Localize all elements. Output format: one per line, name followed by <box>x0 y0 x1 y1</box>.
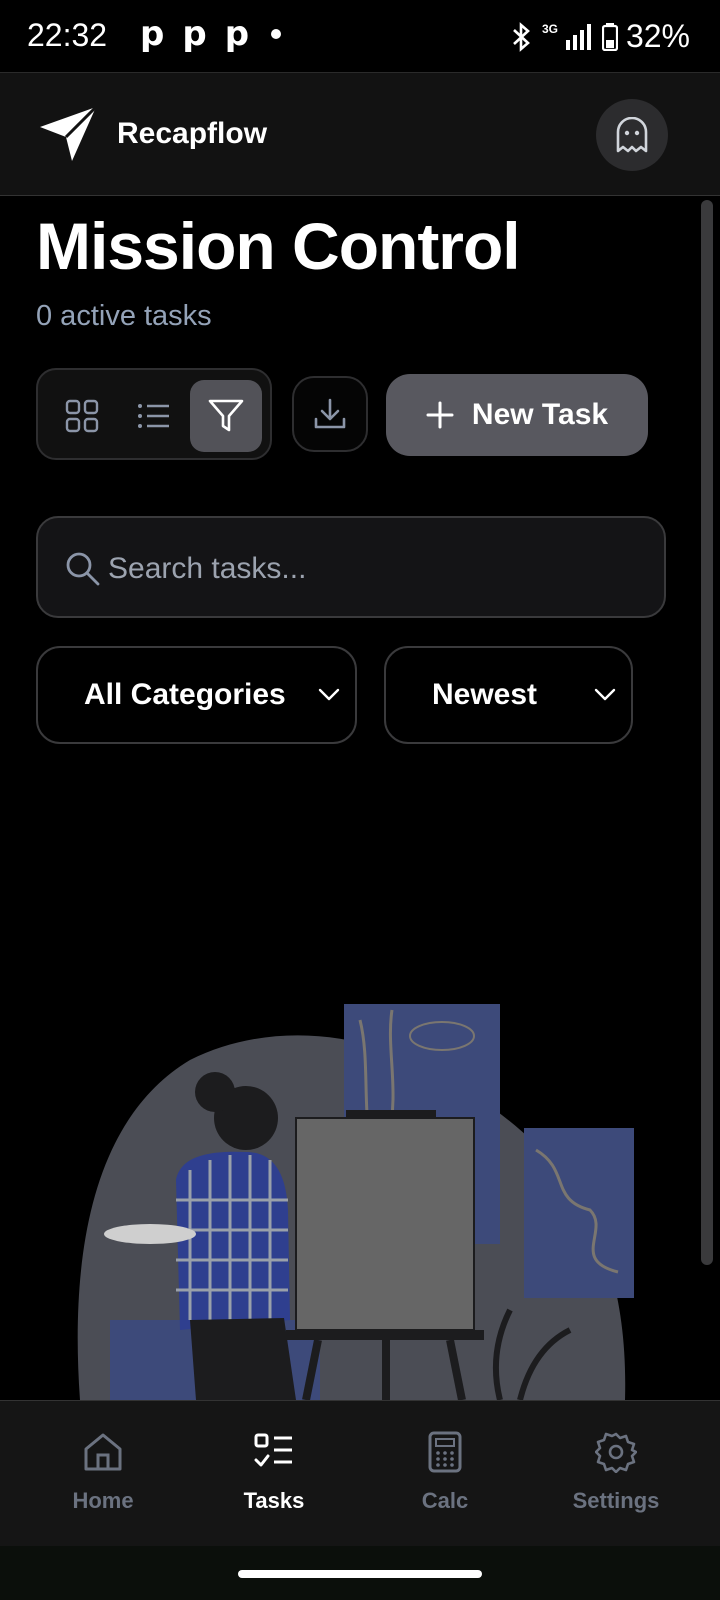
new-task-button[interactable]: New Task <box>386 374 648 456</box>
sort-select-value: Newest <box>432 678 538 711</box>
search-icon <box>66 552 100 586</box>
nav-label-settings: Settings <box>572 1488 660 1513</box>
grid-icon <box>65 399 99 433</box>
empty-state-illustration <box>70 1000 650 1405</box>
tasks-icon <box>254 1433 292 1467</box>
chevron-down-icon <box>318 688 340 701</box>
notification-icon: p <box>224 14 250 54</box>
download-icon <box>314 398 346 429</box>
category-select[interactable]: All Categories <box>36 646 357 744</box>
nav-label-calc: Calc <box>421 1488 469 1513</box>
bluetooth-icon <box>513 21 530 52</box>
status-right: 3G 32% <box>510 18 690 55</box>
nav-item-home[interactable]: Home <box>18 1431 188 1514</box>
nav-item-tasks[interactable]: Tasks <box>189 1431 359 1514</box>
active-task-count: 0 active tasks <box>36 300 212 332</box>
battery-percent: 32% <box>625 18 690 54</box>
more-notifications-dot <box>271 29 282 39</box>
nav-item-settings[interactable]: Settings <box>531 1431 701 1514</box>
search-input[interactable] <box>106 542 650 596</box>
nav-label-home: Home <box>72 1488 134 1513</box>
page-title: Mission Control <box>36 209 521 283</box>
scrollbar[interactable] <box>701 200 713 1265</box>
notification-icon: p <box>182 14 207 54</box>
home-icon <box>84 1433 122 1471</box>
gesture-area <box>0 1546 720 1600</box>
app-header: Recapflow <box>0 72 720 196</box>
grid-view-button[interactable] <box>46 380 118 452</box>
bottom-nav: Home Tasks Calc Settings <box>0 1400 720 1546</box>
plus-icon <box>426 401 454 429</box>
app-name: Recapflow <box>117 117 268 150</box>
home-gesture-pill[interactable] <box>238 1570 482 1578</box>
network-type: 3G <box>541 21 558 36</box>
filter-icon <box>208 399 244 432</box>
list-view-button[interactable] <box>118 380 190 452</box>
sort-select[interactable]: Newest <box>384 646 633 744</box>
signal-icon <box>565 23 591 50</box>
avatar-button[interactable] <box>596 99 668 171</box>
new-task-label: New Task <box>471 398 609 431</box>
calculator-icon <box>428 1431 462 1473</box>
chevron-down-icon <box>594 688 616 701</box>
nav-item-calc[interactable]: Calc <box>360 1431 530 1514</box>
gear-icon <box>594 1432 638 1474</box>
filter-view-button[interactable] <box>190 380 262 452</box>
view-toggle <box>36 368 272 460</box>
status-bar: 22:32 p p p 3G 32% <box>0 0 720 72</box>
category-select-value: All Categories <box>84 678 286 711</box>
search-box <box>36 516 666 618</box>
paper-plane-icon <box>38 105 98 168</box>
status-time: 22:32 <box>27 17 108 53</box>
notification-icons: p p p <box>140 14 282 54</box>
notification-icon: p <box>140 14 165 54</box>
nav-label-tasks: Tasks <box>243 1488 305 1513</box>
battery-icon <box>601 22 618 51</box>
ghost-icon <box>616 117 648 153</box>
list-icon <box>138 404 169 428</box>
download-button[interactable] <box>292 376 368 452</box>
